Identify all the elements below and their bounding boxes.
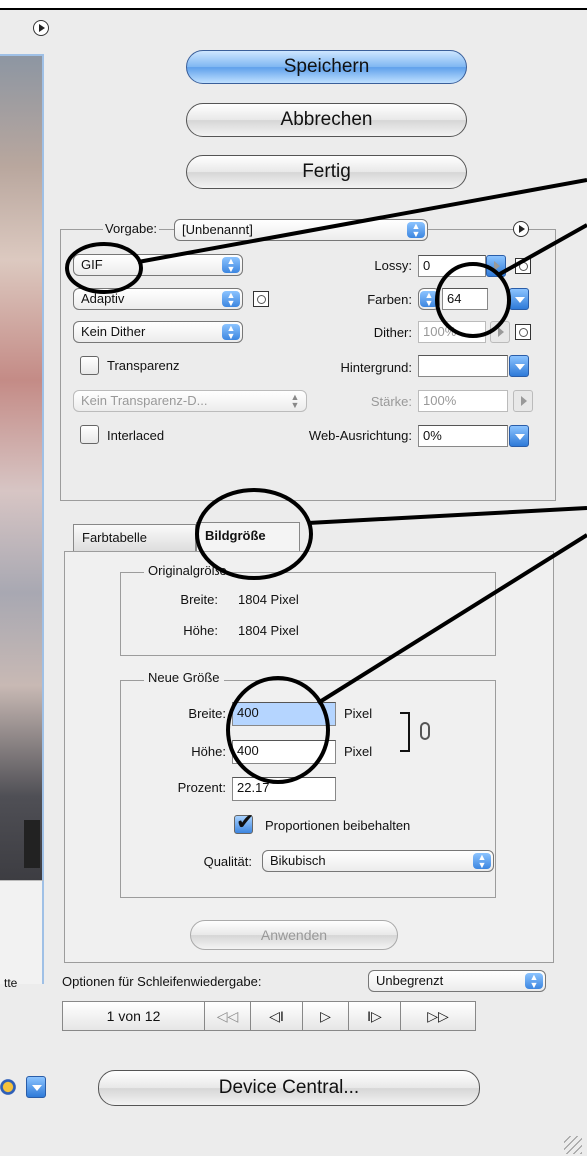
top-menu-arrow-icon[interactable] bbox=[33, 20, 49, 36]
preview-info-panel bbox=[0, 880, 44, 984]
annotation-line-image-size-tab bbox=[307, 506, 587, 525]
loop-options-label: Optionen für Schleifenwiedergabe: bbox=[62, 974, 262, 989]
quality-popup[interactable]: Bikubisch ▲ ▼ bbox=[262, 850, 494, 872]
dither-algorithm-popup[interactable]: Kein Dither ▲ ▼ bbox=[73, 321, 243, 343]
matte-label: Hintergrund: bbox=[340, 360, 412, 375]
reduction-popup[interactable]: Adaptiv ▲ ▼ bbox=[73, 288, 243, 310]
popup-arrows-icon: ▲ ▼ bbox=[222, 257, 240, 274]
browser-preview-icon[interactable] bbox=[0, 1076, 16, 1098]
save-button[interactable]: Speichern bbox=[186, 50, 467, 84]
new-height-field[interactable]: 400 bbox=[232, 740, 336, 764]
new-height-unit: Pixel bbox=[344, 744, 373, 759]
format-popup[interactable]: GIF ▲ ▼ bbox=[73, 254, 243, 276]
constrain-bracket bbox=[400, 712, 410, 752]
popup-arrows-icon: ▲ ▼ bbox=[222, 324, 240, 341]
interlaced-label: Interlaced bbox=[107, 428, 165, 443]
percent-field[interactable]: 22.17 bbox=[232, 777, 336, 801]
matte-dropdown[interactable] bbox=[509, 355, 529, 377]
dither-slider-button[interactable] bbox=[490, 321, 510, 343]
next-frame-button[interactable]: I▷ bbox=[349, 1002, 401, 1030]
quality-value: Bikubisch bbox=[270, 853, 326, 868]
colors-dropdown[interactable] bbox=[509, 288, 529, 310]
new-width-field[interactable]: 400 bbox=[232, 702, 336, 726]
apply-button[interactable]: Anwenden bbox=[190, 920, 398, 950]
frame-counter: 1 von 12 bbox=[63, 1002, 205, 1030]
new-size-legend: Neue Größe bbox=[144, 670, 224, 685]
amount-label: Stärke: bbox=[370, 394, 412, 409]
new-width-unit: Pixel bbox=[344, 706, 373, 721]
new-width-label: Breite: bbox=[188, 706, 226, 721]
popup-arrows-icon: ▲ ▼ bbox=[525, 973, 543, 990]
link-chain-icon bbox=[420, 722, 430, 740]
optimize-menu-icon[interactable] bbox=[513, 221, 529, 237]
constrain-proportions-checkbox[interactable] bbox=[234, 810, 254, 835]
resize-grip-icon[interactable] bbox=[564, 1136, 582, 1154]
web-snap-field[interactable]: 0% bbox=[418, 425, 508, 447]
browser-preview-dropdown[interactable] bbox=[26, 1076, 46, 1098]
dither-label: Dither: bbox=[373, 325, 412, 340]
popup-arrows-icon: ▲ ▼ bbox=[473, 853, 491, 870]
original-size-legend: Originalgröße bbox=[144, 563, 231, 578]
interlaced-checkbox[interactable] bbox=[80, 425, 99, 444]
cancel-button[interactable]: Abbrechen bbox=[186, 103, 467, 137]
lossy-mask-icon[interactable] bbox=[515, 258, 531, 274]
first-frame-button[interactable]: ◁◁ bbox=[205, 1002, 251, 1030]
animation-controls: 1 von 12 ◁◁ ◁I ▷ I▷ ▷▷ bbox=[62, 1001, 476, 1031]
colors-label: Farben: bbox=[367, 292, 412, 307]
original-height-label: Höhe: bbox=[183, 623, 218, 638]
popup-arrows-icon: ▲ ▼ bbox=[407, 222, 425, 239]
reduction-mask-icon[interactable] bbox=[253, 291, 269, 307]
dither-mask-icon[interactable] bbox=[515, 324, 531, 340]
tab-image-size[interactable]: Bildgröße bbox=[196, 522, 300, 552]
new-height-label: Höhe: bbox=[191, 744, 226, 759]
colors-stepper[interactable]: ▲ ▼ bbox=[418, 288, 440, 310]
play-button[interactable]: ▷ bbox=[303, 1002, 349, 1030]
loop-options-popup[interactable]: Unbegrenzt ▲ ▼ bbox=[368, 970, 546, 992]
matte-field[interactable] bbox=[418, 355, 508, 377]
format-value: GIF bbox=[81, 257, 103, 272]
amount-slider-button[interactable] bbox=[513, 390, 533, 412]
preset-label: Vorgabe: bbox=[103, 221, 160, 236]
dither-field[interactable]: 100% bbox=[418, 321, 486, 343]
transparency-checkbox[interactable] bbox=[80, 356, 99, 375]
transparency-dither-popup[interactable]: Kein Transparenz-D... ▲ ▼ bbox=[73, 390, 307, 412]
last-frame-button[interactable]: ▷▷ bbox=[401, 1002, 475, 1030]
percent-label: Prozent: bbox=[177, 780, 226, 795]
preview-cut-label: tte bbox=[4, 976, 18, 990]
tab-color-table[interactable]: Farbtabelle bbox=[73, 524, 196, 552]
amount-field[interactable]: 100% bbox=[418, 390, 508, 412]
quality-label: Qualität: bbox=[203, 854, 252, 869]
web-snap-label: Web-Ausrichtung: bbox=[308, 428, 412, 443]
window-top-border bbox=[0, 0, 587, 10]
lossy-label: Lossy: bbox=[374, 258, 412, 273]
constrain-proportions-label: Proportionen beibehalten bbox=[265, 818, 411, 833]
original-width-label: Breite: bbox=[180, 592, 218, 607]
image-preview-dark-detail bbox=[24, 820, 40, 868]
popup-arrows-icon: ▲ ▼ bbox=[222, 291, 240, 308]
transparency-label: Transparenz bbox=[107, 358, 180, 373]
previous-frame-button[interactable]: ◁I bbox=[251, 1002, 303, 1030]
original-size-group bbox=[120, 572, 496, 656]
original-height-value: 1804 Pixel bbox=[238, 623, 299, 638]
loop-options-value: Unbegrenzt bbox=[376, 973, 444, 988]
preset-popup[interactable]: [Unbenannt] ▲ ▼ bbox=[174, 219, 428, 241]
stepper-arrows-icon: ▲ ▼ bbox=[420, 291, 438, 308]
done-button[interactable]: Fertig bbox=[186, 155, 467, 189]
preset-value: [Unbenannt] bbox=[182, 222, 253, 237]
web-snap-dropdown[interactable] bbox=[509, 425, 529, 447]
lossy-field[interactable]: 0 bbox=[418, 255, 486, 277]
dither-algorithm-value: Kein Dither bbox=[81, 324, 146, 339]
popup-arrows-icon: ▲ ▼ bbox=[290, 392, 300, 410]
lossy-slider-button[interactable] bbox=[486, 255, 506, 277]
reduction-value: Adaptiv bbox=[81, 291, 125, 306]
transparency-dither-value: Kein Transparenz-D... bbox=[81, 393, 208, 408]
colors-field[interactable]: 64 bbox=[442, 288, 488, 310]
device-central-button[interactable]: Device Central... bbox=[98, 1070, 480, 1106]
original-width-value: 1804 Pixel bbox=[238, 592, 299, 607]
